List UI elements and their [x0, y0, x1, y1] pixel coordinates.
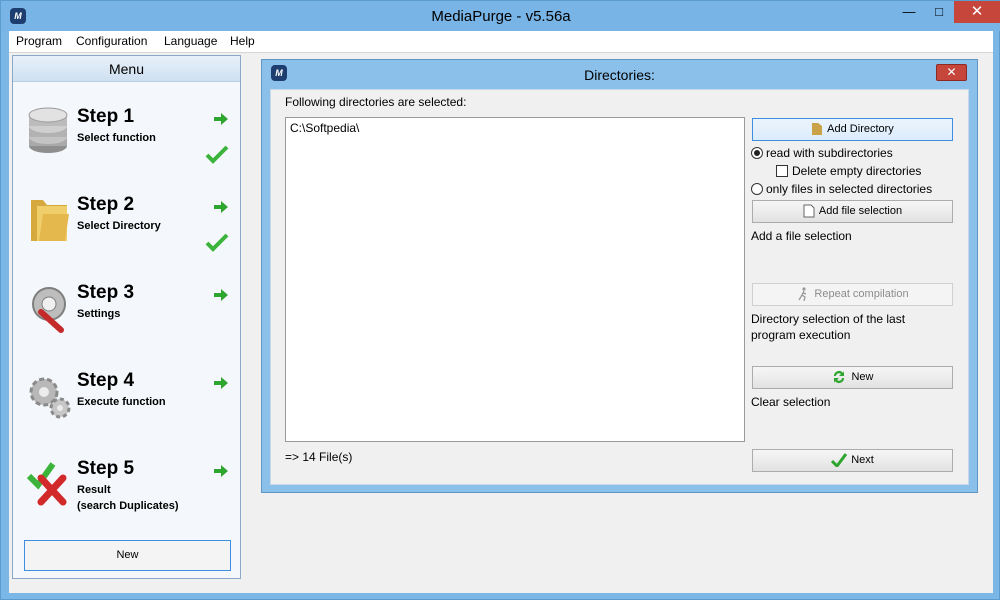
checkbox-box — [776, 165, 788, 177]
step-subtitle: Settings — [77, 308, 121, 320]
step-title: Step 3 — [77, 282, 135, 303]
settings-wrench-icon — [32, 287, 66, 333]
steps-panel: Menu Step 1 Select function Step 2 Selec… — [12, 55, 241, 579]
dialog-body: Following directories are selected: C:\S… — [270, 89, 969, 485]
new-selection-button[interactable]: New — [752, 366, 953, 389]
add-directory-button[interactable]: Add Directory — [752, 118, 953, 141]
only-files-radio[interactable]: only files in selected directories — [751, 182, 932, 196]
directory-list[interactable]: C:\Softpedia\ — [285, 117, 745, 442]
refresh-icon — [834, 371, 845, 384]
new-selection-label: New — [851, 371, 874, 383]
read-subdirectories-label: read with subdirectories — [766, 146, 893, 160]
step-4[interactable]: Step 4 Execute function — [13, 370, 240, 458]
list-item[interactable]: C:\Softpedia\ — [290, 121, 359, 135]
step-title: Step 1 — [77, 106, 135, 127]
step-title: Step 5 — [77, 458, 135, 479]
file-count: => 14 File(s) — [285, 450, 353, 464]
step-title: Step 4 — [77, 370, 135, 391]
menu-configuration[interactable]: Configuration — [76, 34, 147, 48]
minimize-button[interactable]: — — [894, 1, 924, 23]
step-5[interactable]: Step 5 Result (search Duplicates) — [13, 458, 240, 546]
menu-language[interactable]: Language — [164, 34, 217, 48]
arrow-right-icon — [214, 113, 228, 125]
delete-empty-checkbox[interactable]: Delete empty directories — [776, 164, 921, 178]
menu-help[interactable]: Help — [230, 34, 255, 48]
radio-selected — [751, 147, 763, 159]
delete-empty-label: Delete empty directories — [792, 164, 922, 178]
selected-directories-label: Following directories are selected: — [285, 95, 467, 109]
steps-panel-header: Menu — [13, 56, 240, 82]
walking-person-icon — [798, 287, 807, 302]
result-check-cross-icon — [27, 462, 67, 506]
repeat-compilation-button[interactable]: Repeat compilation — [752, 283, 953, 306]
add-file-selection-button[interactable]: Add file selection — [752, 200, 953, 223]
arrow-right-icon — [214, 201, 228, 213]
step-1[interactable]: Step 1 Select function — [13, 106, 240, 194]
step-subtitle: Select function — [77, 132, 156, 144]
add-file-selection-label: Add file selection — [818, 205, 903, 217]
repeat-compilation-label: Repeat compilation — [814, 288, 909, 300]
repeat-compilation-note: Directory selection of the last program … — [751, 312, 906, 342]
next-button[interactable]: Next — [752, 449, 953, 472]
add-directory-label: Add Directory — [827, 123, 894, 135]
arrow-right-icon — [214, 465, 228, 477]
arrow-right-icon — [214, 289, 228, 301]
dialog-close-button[interactable]: ✕ — [936, 64, 967, 81]
checkmark-icon — [205, 233, 229, 252]
gears-icon — [29, 377, 71, 419]
read-subdirectories-radio[interactable]: read with subdirectories — [751, 146, 893, 160]
window-title: MediaPurge - v5.56a — [431, 8, 571, 25]
close-button[interactable]: ✕ — [954, 1, 1000, 23]
step-3[interactable]: Step 3 Settings — [13, 282, 240, 370]
clear-selection-note: Clear selection — [751, 395, 831, 409]
folder-icon — [31, 200, 69, 241]
checkmark-icon — [831, 453, 848, 468]
document-icon — [803, 204, 815, 218]
radio-unselected — [751, 183, 763, 195]
arrow-right-icon — [214, 377, 228, 389]
new-button[interactable]: New — [24, 540, 231, 571]
title-bar: M MediaPurge - v5.56a — □ ✕ — [1, 1, 1000, 31]
menu-program[interactable]: Program — [16, 34, 62, 48]
client-area: Program Configuration Language Help Menu… — [9, 31, 993, 593]
step-title: Step 2 — [77, 194, 135, 215]
database-icon — [28, 107, 68, 153]
folder-icon — [812, 123, 823, 136]
add-file-note: Add a file selection — [751, 229, 852, 243]
checkmark-icon — [205, 145, 229, 164]
dialog-title: Directories: — [584, 67, 655, 83]
next-label: Next — [851, 454, 874, 466]
directories-dialog: M Directories: ✕ Following directories a… — [261, 59, 978, 493]
main-window: M MediaPurge - v5.56a — □ ✕ Program Conf… — [0, 0, 1000, 600]
step-2[interactable]: Step 2 Select Directory — [13, 194, 240, 282]
only-files-label: only files in selected directories — [766, 182, 933, 196]
step-subtitle: Select Directory — [77, 220, 161, 232]
step-subtitle: Result (search Duplicates) — [77, 484, 179, 512]
step-subtitle: Execute function — [77, 396, 166, 408]
menu-bar: Program Configuration Language Help — [9, 31, 993, 53]
maximize-button[interactable]: □ — [924, 1, 954, 23]
